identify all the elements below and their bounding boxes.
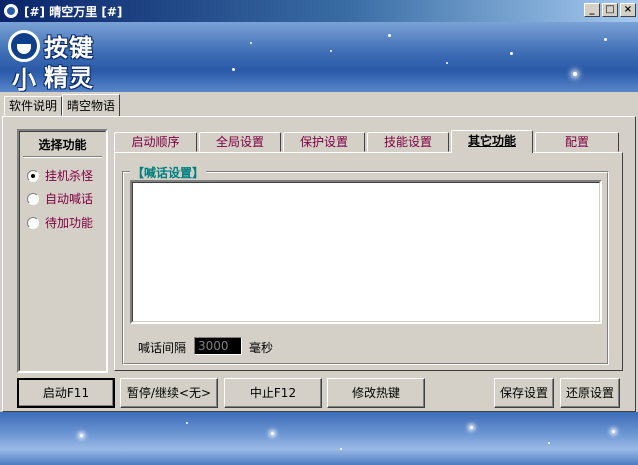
footer-banner bbox=[0, 412, 638, 465]
window-controls: _ □ × bbox=[584, 3, 636, 17]
divider bbox=[23, 156, 102, 158]
stop-button[interactable]: 中止F12 bbox=[224, 378, 322, 408]
sparkle-icon bbox=[548, 442, 550, 444]
tab-global-settings[interactable]: 全局设置 bbox=[199, 132, 281, 152]
sparkle-icon bbox=[271, 432, 274, 435]
function-selector-panel: 选择功能 挂机杀怪 自动喊话 待加功能 bbox=[17, 129, 108, 373]
app-logo: 按键 小 精灵 bbox=[6, 26, 116, 92]
shout-text-area[interactable] bbox=[130, 180, 602, 324]
app-icon bbox=[4, 4, 18, 18]
shout-interval-unit: 毫秒 bbox=[249, 341, 274, 355]
logo-face-icon bbox=[8, 30, 40, 62]
radio-checked-icon[interactable] bbox=[27, 169, 39, 182]
sparkle-icon bbox=[232, 68, 235, 71]
radio-auto-shout[interactable]: 自动喊话 bbox=[27, 190, 93, 207]
sparkle-icon bbox=[80, 434, 83, 437]
radio-unchecked-icon[interactable] bbox=[27, 192, 39, 205]
sparkle-icon bbox=[340, 448, 342, 450]
close-button[interactable]: × bbox=[620, 3, 636, 17]
window-title: [#] 晴空万里 [#] bbox=[24, 4, 123, 19]
tab-start-order[interactable]: 启动顺序 bbox=[114, 132, 197, 152]
sparkle-icon bbox=[446, 62, 448, 64]
radio-label: 待加功能 bbox=[45, 216, 94, 230]
tab-protect-settings[interactable]: 保护设置 bbox=[283, 132, 365, 152]
sparkle-icon bbox=[604, 38, 607, 41]
radio-label: 自动喊话 bbox=[45, 192, 94, 206]
main-tab-strip: 软件说明 晴空物语 bbox=[4, 94, 121, 116]
sparkle-icon bbox=[330, 50, 332, 52]
restore-settings-button[interactable]: 还原设置 bbox=[560, 378, 620, 408]
radio-auto-kill[interactable]: 挂机杀怪 bbox=[27, 167, 93, 184]
tab-qingkong[interactable]: 晴空物语 bbox=[62, 94, 121, 116]
radio-label: 挂机杀怪 bbox=[45, 169, 94, 183]
shout-settings-title: 【喊话设置】 bbox=[130, 164, 207, 181]
sparkle-icon bbox=[470, 426, 473, 429]
radio-pending[interactable]: 待加功能 bbox=[27, 214, 93, 231]
sparkle-icon bbox=[573, 72, 577, 76]
shout-interval-label: 喊话间隔 bbox=[138, 341, 187, 355]
radio-unchecked-icon[interactable] bbox=[27, 216, 39, 229]
sparkle-icon bbox=[388, 34, 391, 37]
logo-text-small: 小 bbox=[12, 66, 36, 92]
maximize-button[interactable]: □ bbox=[602, 3, 618, 17]
tab-config[interactable]: 配置 bbox=[535, 132, 619, 152]
sparkle-icon bbox=[612, 430, 615, 433]
tab-skill-settings[interactable]: 技能设置 bbox=[367, 132, 449, 152]
tab-other-functions[interactable]: 其它功能 bbox=[451, 130, 533, 153]
sparkle-icon bbox=[186, 422, 188, 424]
minimize-button[interactable]: _ bbox=[584, 3, 600, 17]
sparkle-icon bbox=[250, 42, 252, 44]
header-banner: 按键 小 精灵 bbox=[0, 22, 638, 92]
start-button[interactable]: 启动F11 bbox=[17, 378, 115, 408]
shout-interval-input[interactable]: 3000 bbox=[194, 337, 242, 355]
settings-tab-strip: 启动顺序 全局设置 保护设置 技能设置 其它功能 配置 bbox=[114, 130, 621, 153]
save-settings-button[interactable]: 保存设置 bbox=[494, 378, 554, 408]
pause-resume-button[interactable]: 暂停/继续<无> bbox=[120, 378, 218, 408]
function-selector-title: 选择功能 bbox=[38, 138, 87, 152]
change-hotkey-button[interactable]: 修改热键 bbox=[327, 378, 425, 408]
window-title-bar[interactable]: [#] 晴空万里 [#] _ □ × bbox=[0, 0, 638, 22]
logo-text-bottom: 精灵 bbox=[44, 64, 94, 92]
sparkle-icon bbox=[510, 52, 513, 55]
tab-software-info[interactable]: 软件说明 bbox=[4, 96, 63, 116]
